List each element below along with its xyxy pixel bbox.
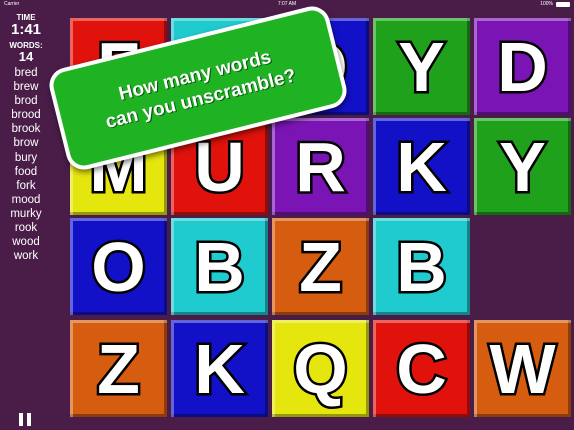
tile-letter: Y — [396, 27, 448, 106]
tile-letter: K — [192, 329, 248, 408]
letter-tile[interactable]: Y — [474, 118, 571, 215]
tile-letter: Y — [497, 127, 549, 206]
letter-tile[interactable]: W — [474, 320, 571, 417]
found-word: brook — [11, 123, 41, 136]
tile-letter: K — [394, 127, 450, 206]
tile-letter: B — [394, 227, 450, 306]
pause-button[interactable] — [19, 413, 31, 429]
letter-tile[interactable]: B — [171, 218, 268, 315]
found-word: murky — [10, 207, 42, 220]
battery-percent: 100% — [540, 1, 553, 7]
found-word: brow — [13, 137, 39, 150]
found-word: bury — [14, 151, 38, 164]
clock: 7:07 AM — [277, 1, 297, 7]
tile-letter: B — [192, 227, 248, 306]
found-word: brew — [13, 81, 39, 94]
tile-letter: O — [89, 227, 148, 306]
found-word: fork — [16, 179, 36, 192]
letter-tile[interactable]: O — [70, 218, 167, 315]
battery-icon — [556, 2, 570, 7]
letter-tile[interactable]: Z — [70, 320, 167, 417]
letter-tile[interactable]: C — [373, 320, 470, 417]
found-word: work — [13, 250, 39, 263]
tile-letter: Z — [95, 329, 143, 408]
tile-letter: W — [487, 329, 558, 408]
tile-letter: Z — [297, 227, 345, 306]
words-count: 14 — [18, 49, 34, 64]
sidebar: TIME 1:41 WORDS: 14 bred brew brod brood bro… — [0, 9, 52, 430]
found-word: mood — [11, 193, 41, 206]
found-word: brood — [11, 109, 41, 122]
found-word: wood — [12, 236, 40, 249]
pause-icon — [19, 413, 23, 426]
tile-letter: D — [495, 27, 551, 106]
battery-indicator: 100% — [540, 0, 570, 9]
found-word: food — [14, 165, 38, 178]
found-word: rook — [14, 222, 38, 235]
letter-tile[interactable]: B — [373, 218, 470, 315]
pause-icon — [27, 413, 31, 426]
tile-letter: C — [394, 329, 450, 408]
letter-tile[interactable]: Q — [272, 320, 369, 417]
status-bar: Carrier 7:07 AM 100% — [0, 0, 574, 9]
found-word: bred — [14, 67, 38, 79]
letter-tile[interactable]: Y — [373, 18, 470, 115]
letter-tile[interactable]: R — [272, 118, 369, 215]
letter-tile[interactable]: K — [373, 118, 470, 215]
tile-letter: R — [293, 127, 349, 206]
found-words-list: bred brew brod brood brook brow bury food fork mo… — [0, 66, 52, 263]
letter-tile[interactable]: K — [171, 320, 268, 417]
tile-letter: Q — [291, 329, 350, 408]
letter-tile[interactable]: Z — [272, 218, 369, 315]
tile-letter: U — [192, 127, 248, 206]
timer-value: 1:41 — [10, 21, 42, 38]
letter-tile[interactable]: D — [474, 18, 571, 115]
found-word: brod — [14, 95, 38, 108]
